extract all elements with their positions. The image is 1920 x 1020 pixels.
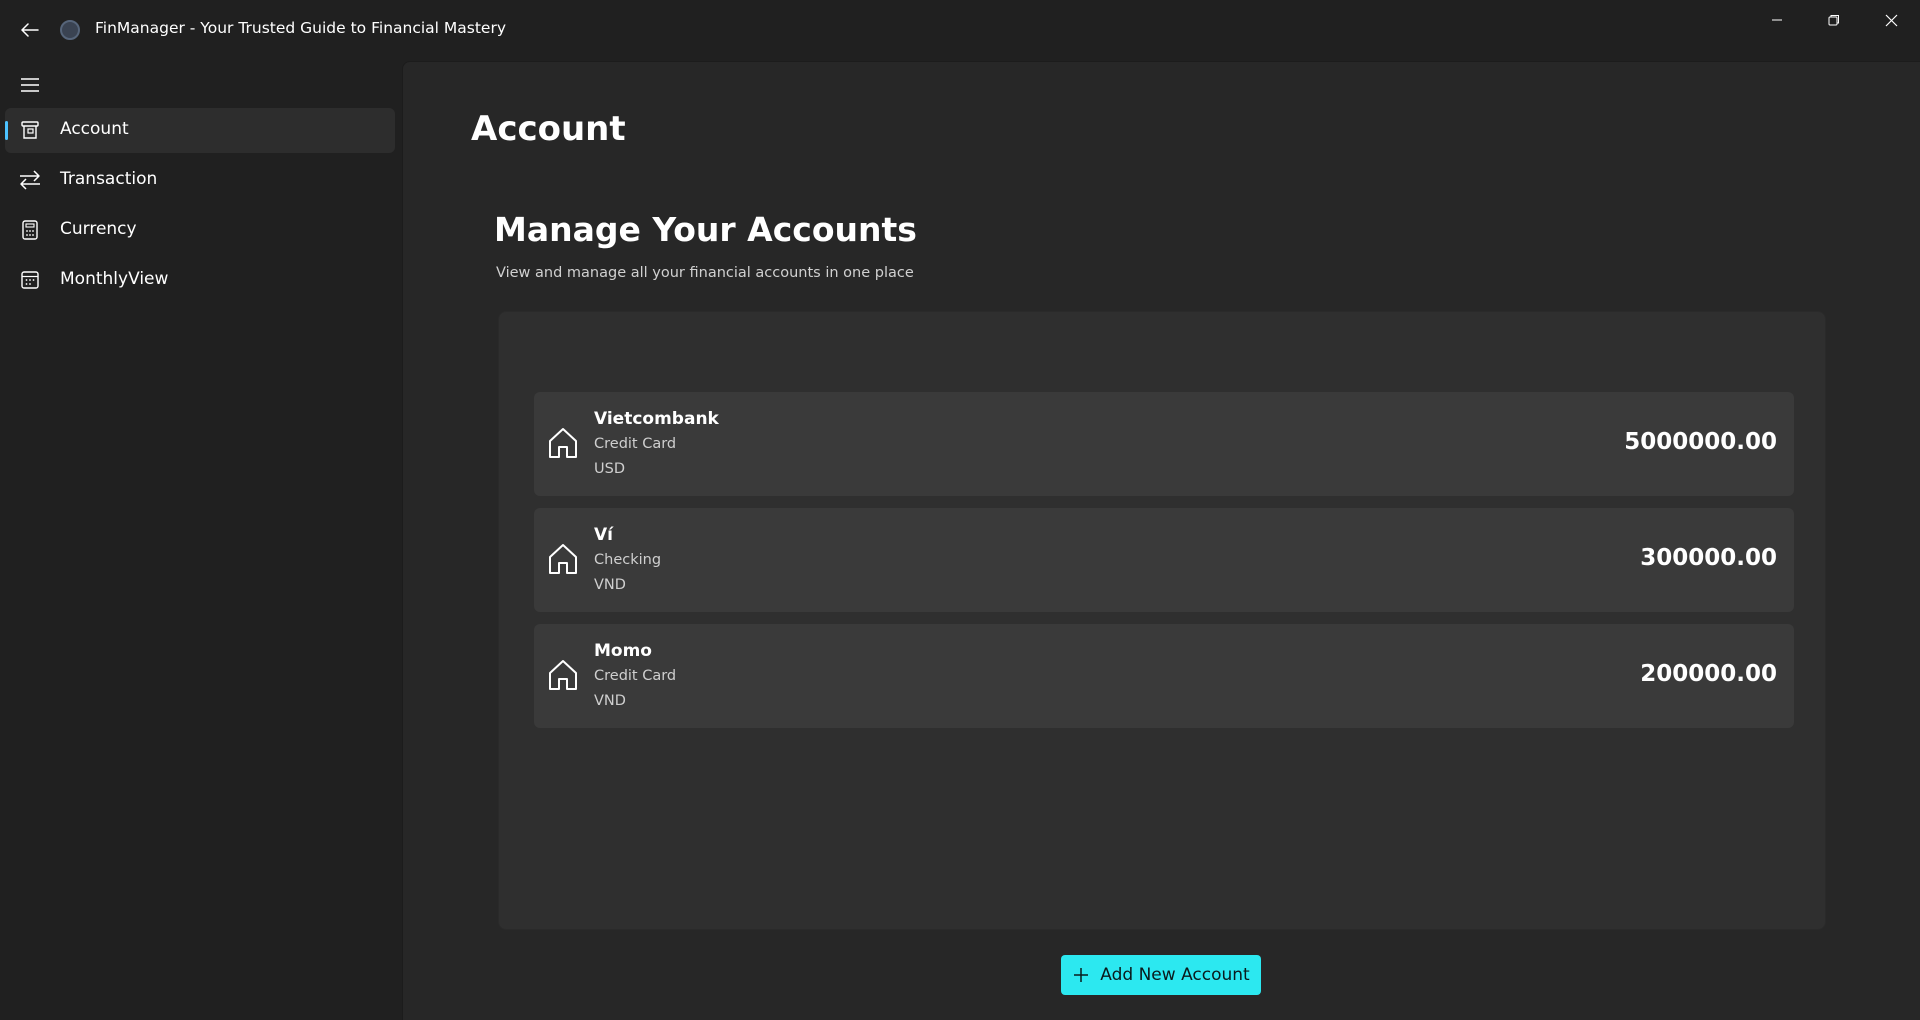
sidebar-item-transaction[interactable]: Transaction: [5, 158, 395, 203]
sidebar-item-label: Account: [60, 119, 129, 139]
account-card[interactable]: Vietcombank Credit Card USD 5000000.00: [534, 392, 1794, 496]
hamburger-menu-icon: [21, 78, 39, 92]
sidebar-item-label: MonthlyView: [60, 269, 169, 289]
navigation-sidebar: Account Transaction Currency MonthlyView: [0, 61, 402, 1020]
account-currency: VND: [594, 577, 626, 593]
account-card[interactable]: Ví Checking VND 300000.00: [534, 508, 1794, 612]
add-button-label: Add New Account: [1100, 965, 1250, 985]
account-name: Vietcombank: [594, 409, 719, 429]
menu-toggle-button[interactable]: [14, 69, 46, 101]
restore-button[interactable]: [1806, 0, 1862, 40]
swap-arrows-icon: [19, 169, 41, 191]
back-arrow-icon: [21, 23, 39, 37]
account-register-icon: [19, 119, 41, 141]
home-icon: [549, 660, 577, 690]
calculator-icon: [19, 219, 41, 241]
title-bar: FinManager - Your Trusted Guide to Finan…: [0, 0, 1920, 61]
calendar-icon: [19, 269, 41, 291]
account-balance: 5000000.00: [1624, 429, 1777, 455]
account-name: Ví: [594, 525, 613, 545]
section-heading: Manage Your Accounts: [494, 210, 917, 249]
add-new-account-button[interactable]: Add New Account: [1061, 955, 1261, 995]
account-type: Credit Card: [594, 668, 677, 684]
restore-icon: [1828, 15, 1839, 26]
accounts-list[interactable]: Vietcombank Credit Card USD 5000000.00 V…: [498, 311, 1826, 930]
sidebar-item-label: Transaction: [60, 169, 158, 189]
sidebar-item-monthlyview[interactable]: MonthlyView: [5, 258, 395, 303]
sidebar-item-account[interactable]: Account: [5, 108, 395, 153]
home-icon: [549, 544, 577, 574]
account-type: Credit Card: [594, 436, 677, 452]
account-currency: USD: [594, 461, 625, 477]
account-type: Checking: [594, 552, 662, 568]
home-icon: [549, 428, 577, 458]
close-icon: [1885, 14, 1897, 26]
account-currency: VND: [594, 693, 626, 709]
page-title: Account: [471, 109, 626, 149]
account-balance: 200000.00: [1640, 661, 1777, 687]
sidebar-item-currency[interactable]: Currency: [5, 208, 395, 253]
close-button[interactable]: [1863, 0, 1919, 40]
active-indicator: [5, 121, 8, 140]
account-name: Momo: [594, 641, 652, 661]
back-button[interactable]: [14, 16, 46, 44]
minimize-button[interactable]: [1749, 0, 1805, 40]
sidebar-item-label: Currency: [60, 219, 137, 239]
account-balance: 300000.00: [1640, 545, 1777, 571]
minimize-icon: [1772, 19, 1782, 21]
section-subtitle: View and manage all your financial accou…: [496, 265, 914, 281]
app-logo-icon: [60, 20, 80, 40]
main-content: Account Manage Your Accounts View and ma…: [402, 61, 1920, 1020]
window-title: FinManager - Your Trusted Guide to Finan…: [95, 19, 506, 37]
plus-icon: [1072, 966, 1090, 984]
account-card[interactable]: Momo Credit Card VND 200000.00: [534, 624, 1794, 728]
